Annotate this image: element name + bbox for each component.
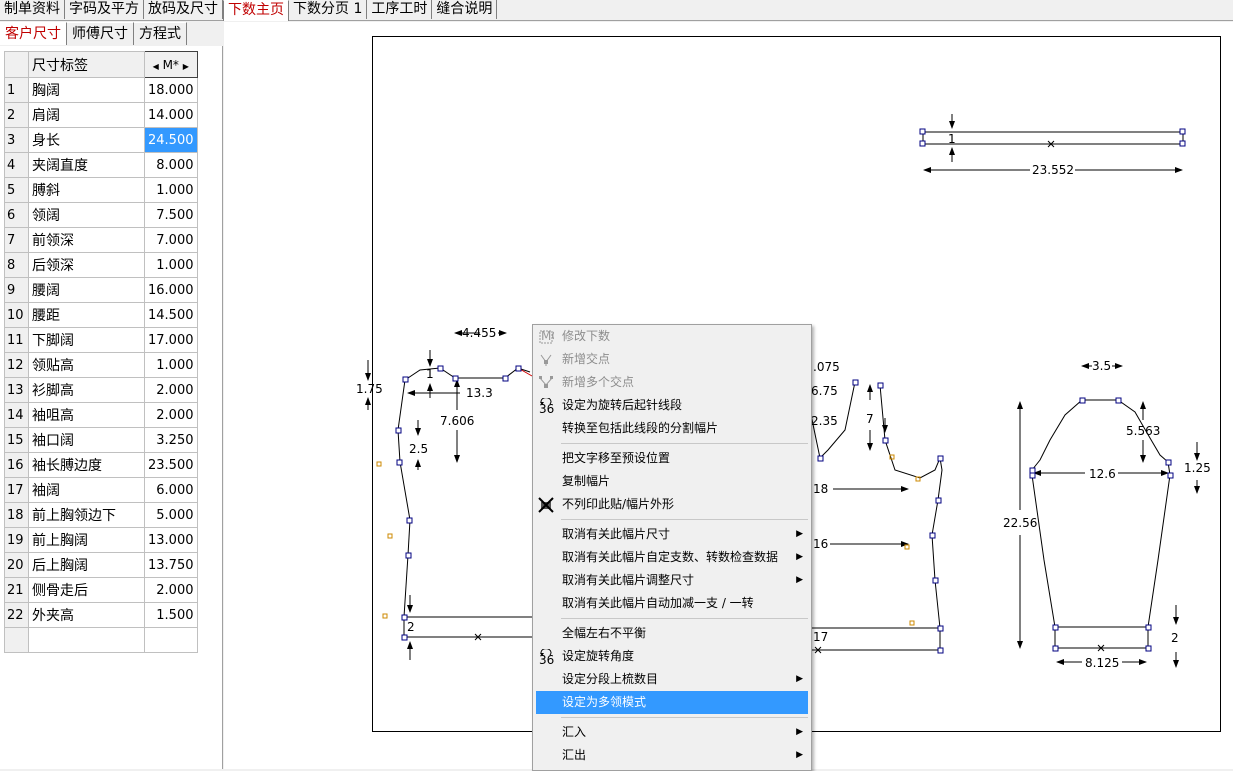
menu-item-8[interactable]: 不列印此贴/幅片外形 bbox=[533, 493, 811, 516]
menu-item-11[interactable]: 取消有关此幅片自定支数、转数检查数据 ▶ bbox=[533, 546, 811, 569]
menu-item-0[interactable]: MO 修改下数 bbox=[533, 325, 811, 348]
back-piece[interactable] bbox=[397, 367, 536, 638]
menu-item-20[interactable]: 汇入 ▶ bbox=[533, 721, 811, 744]
dim-back-shoulder: 13.3 bbox=[466, 386, 493, 400]
submenu-arrow-icon: ▶ bbox=[796, 727, 803, 737]
dim-strip-width: 23.552 bbox=[1032, 163, 1074, 177]
svg-text:MO: MO bbox=[541, 329, 554, 343]
dim-sleeve-cuff: 8.125 bbox=[1085, 656, 1119, 670]
dim-front-c: 7 bbox=[866, 412, 874, 426]
menu-item-label: 全幅左右不平衡 bbox=[562, 626, 647, 640]
submenu-arrow-icon: ▶ bbox=[796, 529, 803, 539]
menu-item-1[interactable]: 新增交点 bbox=[533, 348, 811, 371]
menu-item-label: 设定为旋转后起针线段 bbox=[562, 398, 683, 412]
menu-item-label: 不列印此贴/幅片外形 bbox=[562, 497, 675, 511]
menu-item-13[interactable]: 取消有关此幅片自动加减一支 / 一转 bbox=[533, 592, 811, 615]
context-menu: MO 修改下数新增交点新增多个交点 360° 设定为旋转后起针线段转换至包括此线段的分… bbox=[532, 324, 812, 771]
menu-item-label: 取消有关此幅片自动加减一支 / 一转 bbox=[562, 596, 754, 610]
dim-back-side: 1.75 bbox=[356, 382, 383, 396]
dim-back-top: 4.455 bbox=[462, 326, 496, 340]
menu-item-10[interactable]: 取消有关此幅片尺寸 ▶ bbox=[533, 523, 811, 546]
menu-item-2[interactable]: 新增多个交点 bbox=[533, 371, 811, 394]
dim-front-d: 18 bbox=[813, 482, 828, 496]
menu-item-label: 汇出 bbox=[562, 748, 587, 762]
menu-item-18[interactable]: 设定为多领模式 bbox=[536, 691, 808, 714]
dim-sleeve-length: 22.56 bbox=[1003, 516, 1037, 530]
menu-item-label: 新增多个交点 bbox=[562, 375, 635, 389]
menu-item-label: 取消有关此幅片尺寸 bbox=[562, 527, 671, 541]
menu-item-label: 复制幅片 bbox=[562, 474, 611, 488]
menu-item-6[interactable]: 把文字移至预设位置 bbox=[533, 447, 811, 470]
dim-sleeve-cap: 3.5 bbox=[1092, 359, 1111, 373]
dim-front-f: 17 bbox=[813, 630, 828, 644]
submenu-arrow-icon: ▶ bbox=[796, 552, 803, 562]
menu-item-16[interactable]: 360° 设定旋转角度 bbox=[533, 645, 811, 668]
menu-item-label: 设定为多领模式 bbox=[562, 695, 647, 709]
menu-separator bbox=[561, 443, 808, 444]
svg-text:360°: 360° bbox=[539, 653, 554, 665]
dim-sleeve-cuff-height: 2 bbox=[1171, 631, 1179, 645]
menu-item-label: 新增交点 bbox=[562, 352, 611, 366]
menu-item-7[interactable]: 复制幅片 bbox=[533, 470, 811, 493]
submenu-arrow-icon: ▶ bbox=[796, 674, 803, 684]
menu-separator bbox=[561, 717, 808, 718]
menu-item-21[interactable]: 汇出 ▶ bbox=[533, 744, 811, 767]
dim-front-a: 6.75 bbox=[811, 384, 838, 398]
svg-text:360°: 360° bbox=[539, 402, 554, 414]
menu-item-17[interactable]: 设定分段上梳数目 ▶ bbox=[533, 668, 811, 691]
dim-back-arm-depth: 2.5 bbox=[409, 442, 428, 456]
menu-item-label: 修改下数 bbox=[562, 329, 611, 343]
submenu-arrow-icon: ▶ bbox=[796, 750, 803, 760]
dim-sleeve-side: 1.25 bbox=[1184, 461, 1211, 475]
dim-front-e: 16 bbox=[813, 537, 828, 551]
dim-back-hem: 2 bbox=[407, 620, 415, 634]
submenu-arrow-icon: ▶ bbox=[796, 575, 803, 585]
menu-item-label: 设定旋转角度 bbox=[562, 649, 635, 663]
menu-item-12[interactable]: 取消有关此幅片调整尺寸 ▶ bbox=[533, 569, 811, 592]
dim-sleeve-cap-height: 5.563 bbox=[1126, 424, 1160, 438]
dim-front-top: .075 bbox=[813, 360, 840, 374]
menu-item-label: 汇入 bbox=[562, 725, 587, 739]
dim-back-armhole: 7.606 bbox=[440, 414, 474, 428]
menu-item-label: 取消有关此幅片自定支数、转数检查数据 bbox=[562, 550, 779, 564]
menu-item-15[interactable]: 全幅左右不平衡 bbox=[533, 622, 811, 645]
menu-item-label: 设定分段上梳数目 bbox=[562, 672, 659, 686]
menu-item-3[interactable]: 360° 设定为旋转后起针线段 bbox=[533, 394, 811, 417]
menu-item-label: 转换至包括此线段的分割幅片 bbox=[562, 421, 719, 435]
menu-item-label: 把文字移至预设位置 bbox=[562, 451, 671, 465]
menu-separator bbox=[561, 519, 808, 520]
menu-item-label: 取消有关此幅片调整尺寸 bbox=[562, 573, 695, 587]
menu-separator bbox=[561, 618, 808, 619]
menu-item-4[interactable]: 转换至包括此线段的分割幅片 bbox=[533, 417, 811, 440]
dim-sleeve-width: 12.6 bbox=[1089, 467, 1116, 481]
dim-strip-count: 1 bbox=[948, 132, 956, 146]
dim-back-collar: 1 bbox=[426, 367, 434, 381]
dim-front-b: 2.35 bbox=[811, 414, 838, 428]
